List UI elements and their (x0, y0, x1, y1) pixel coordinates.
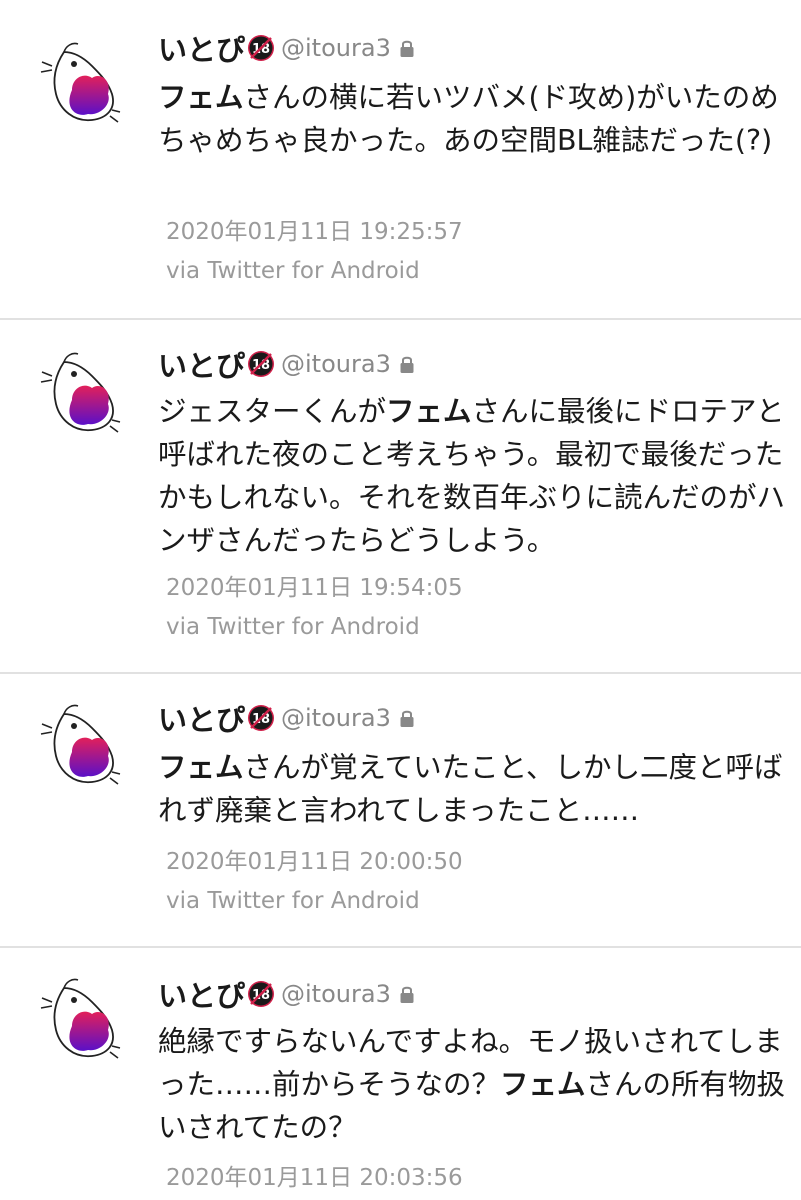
source: via Twitter for Android (166, 614, 420, 640)
display-name[interactable]: いとぴ (158, 973, 245, 1015)
tweet-1[interactable]: いとぴ 18 @itoura3 フェムさんの横に若いツバメ(ド攻め)がいたのめち… (0, 0, 801, 320)
tweet-text: ジェスターくんがフェムさんに最後にドロテアと呼ばれた夜のこと考えちゃう。最初で最… (158, 390, 788, 562)
tweet-text: 絶縁ですらないんですよね。モノ扱いされてしまった……前からそうなの？フェムさんの… (158, 1020, 788, 1149)
tweet-header: いとぴ 18 @itoura3 (158, 344, 415, 384)
r18-badge-icon: 18 (248, 35, 275, 61)
handle[interactable]: @itoura3 (281, 34, 391, 62)
text-segment: ジェスターくんが (158, 395, 387, 428)
text-segment: さんが覚えていたこと、しかし二度と呼ばれず廃棄と言われてしまったこと…… (158, 751, 783, 827)
mention-text: フェム (158, 81, 244, 114)
handle[interactable]: @itoura3 (281, 350, 391, 378)
tweet-header: いとぴ 18 @itoura3 (158, 698, 415, 738)
avatar[interactable] (34, 348, 130, 444)
tweet-text: フェムさんが覚えていたこと、しかし二度と呼ばれず廃棄と言われてしまったこと…… (158, 746, 788, 832)
mention-text: フェム (500, 1068, 586, 1101)
timestamp[interactable]: 2020年01月11日 19:54:05 (166, 568, 463, 602)
tweet-3[interactable]: いとぴ 18 @itoura3 フェムさんが覚えていたこと、しかし二度と呼ばれず… (0, 674, 801, 948)
lock-icon (400, 986, 414, 1003)
handle[interactable]: @itoura3 (281, 980, 391, 1008)
source: via Twitter for Android (166, 888, 420, 914)
avatar[interactable] (34, 700, 130, 796)
avatar[interactable] (34, 974, 130, 1070)
lock-icon (400, 356, 414, 373)
display-name[interactable]: いとぴ (158, 343, 245, 385)
avatar[interactable] (34, 38, 130, 134)
tweet-header: いとぴ 18 @itoura3 (158, 28, 415, 68)
timestamp[interactable]: 2020年01月11日 19:25:57 (166, 212, 463, 246)
source: via Twitter for Android (166, 258, 420, 284)
mention-text: フェム (158, 751, 244, 784)
tweet-header: いとぴ 18 @itoura3 (158, 974, 415, 1014)
tweet-2[interactable]: いとぴ 18 @itoura3 ジェスターくんがフェムさんに最後にドロテアと呼ば… (0, 320, 801, 674)
tweet-4[interactable]: いとぴ 18 @itoura3 絶縁ですらないんですよね。モノ扱いされてしまった… (0, 948, 801, 1200)
r18-badge-icon: 18 (248, 981, 275, 1007)
r18-badge-icon: 18 (248, 351, 275, 377)
lock-icon (400, 40, 414, 57)
handle[interactable]: @itoura3 (281, 704, 391, 732)
r18-badge-icon: 18 (248, 705, 275, 731)
mention-text: フェム (386, 395, 472, 428)
display-name[interactable]: いとぴ (158, 697, 245, 739)
text-segment: さんの横に若いツバメ(ド攻め)がいたのめちゃめちゃ良かった。あの空間BL雑誌だっ… (158, 81, 779, 157)
tweet-text: フェムさんの横に若いツバメ(ド攻め)がいたのめちゃめちゃ良かった。あの空間BL雑… (158, 76, 788, 162)
display-name[interactable]: いとぴ (158, 27, 245, 69)
timestamp[interactable]: 2020年01月11日 20:00:50 (166, 842, 463, 876)
lock-icon (400, 710, 414, 727)
timestamp[interactable]: 2020年01月11日 20:03:56 (166, 1158, 463, 1192)
